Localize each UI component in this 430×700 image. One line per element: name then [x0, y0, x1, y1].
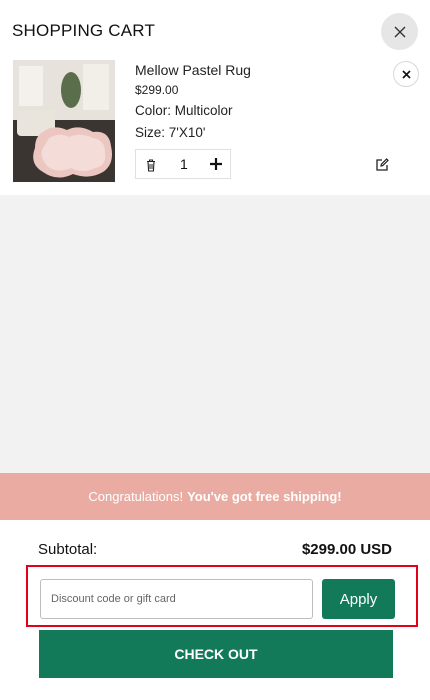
quantity-value[interactable]: 1 — [180, 156, 188, 172]
subtotal-value: $299.00 USD — [301, 541, 392, 558]
close-cart-button[interactable] — [381, 13, 418, 50]
remove-item-button[interactable] — [393, 61, 419, 87]
page-title: SHOPPING CART — [12, 21, 156, 40]
product-size: Size: 7'X10' — [135, 125, 206, 140]
cart-empty-area — [0, 195, 430, 473]
product-image[interactable] — [13, 60, 115, 182]
free-shipping-banner: Congratulations! You've got free shipping… — [0, 473, 430, 520]
banner-prefix: Congratulations! — [88, 489, 184, 504]
discount-input[interactable] — [40, 579, 313, 619]
discount-section: Apply — [26, 565, 418, 627]
product-color: Color: Multicolor — [135, 103, 233, 118]
product-name[interactable]: Mellow Pastel Rug — [135, 62, 251, 78]
remove-icon — [401, 69, 411, 79]
checkout-button[interactable]: CHECK OUT — [39, 630, 393, 678]
cart-header: SHOPPING CART — [0, 0, 430, 58]
cart-item: Mellow Pastel Rug $299.00 Color: Multico… — [0, 58, 430, 194]
subtotal-label: Subtotal: — [38, 541, 98, 558]
close-icon — [394, 26, 405, 37]
banner-emphasis: You've got free shipping! — [187, 489, 342, 504]
quantity-stepper: 1 — [135, 149, 231, 179]
plus-icon[interactable] — [208, 156, 224, 172]
product-price: $299.00 — [135, 83, 179, 97]
apply-button[interactable]: Apply — [322, 579, 395, 619]
trash-icon[interactable] — [145, 158, 157, 172]
edit-icon[interactable] — [375, 158, 389, 172]
